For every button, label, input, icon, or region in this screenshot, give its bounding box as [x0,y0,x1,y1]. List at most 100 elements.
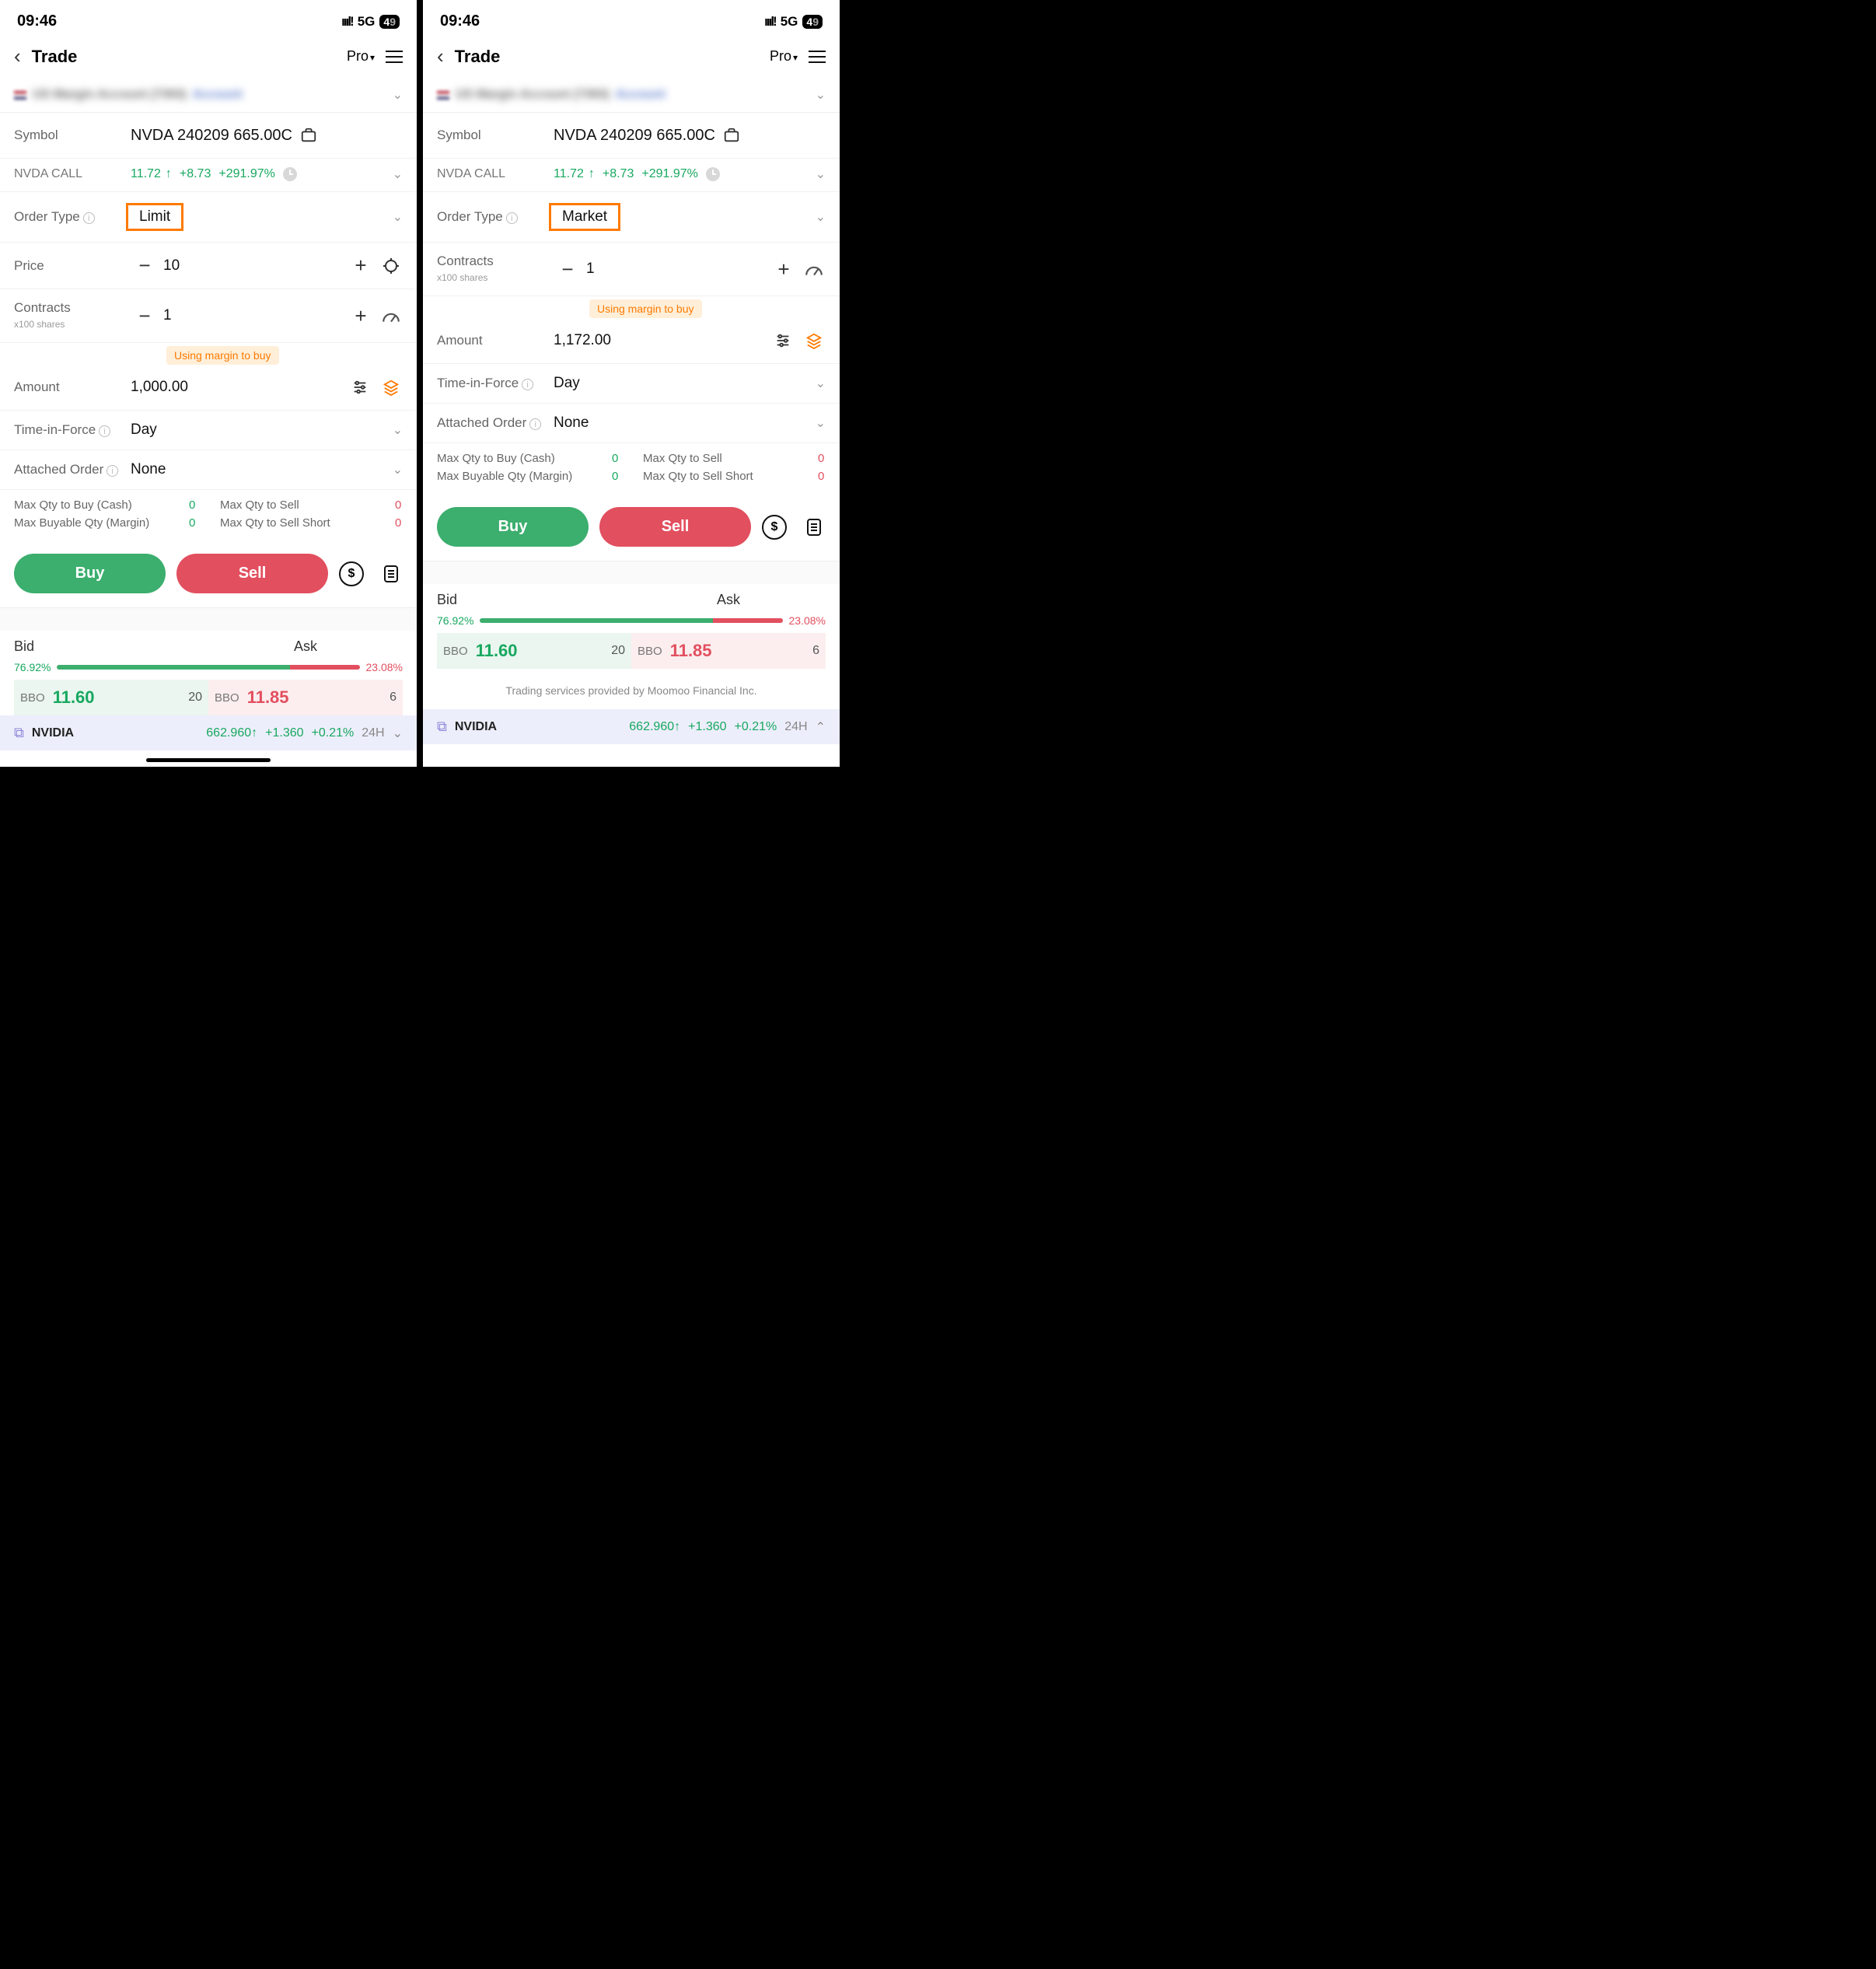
tif-value: Day [131,421,393,439]
order-type-row[interactable]: Order Typei Limit ⌄ [0,192,417,243]
order-type-label: Order Typei [14,209,131,225]
bid-label: Bid [437,592,631,608]
clipboard-icon[interactable] [379,562,403,586]
clipboard-icon[interactable] [802,516,826,539]
bbo-bid[interactable]: BBO 11.60 20 [437,633,631,669]
amount-row: Amount 1,000.00 [0,365,417,411]
max-buy-cash-value: 0 [604,452,620,465]
sliders-icon[interactable] [771,329,795,352]
amount-label: Amount [14,379,131,395]
chevron-down-icon: ⌄ [393,209,403,225]
attached-order-row[interactable]: Attached Orderi None ⌄ [423,404,840,443]
max-buy-cash-label: Max Qty to Buy (Cash) [14,498,132,512]
ask-price: 11.85 [670,641,812,661]
bid-price: 11.60 [53,687,189,708]
order-type-label: Order Typei [437,209,554,225]
tif-label: Time-in-Forcei [14,422,131,438]
ticker-timeframe: 24H [784,720,807,734]
info-icon[interactable]: i [99,425,110,437]
info-icon[interactable]: i [107,465,118,477]
max-sell-label: Max Qty to Sell [643,452,722,465]
plus-button[interactable]: + [770,257,798,282]
tif-row[interactable]: Time-in-Forcei Day ⌄ [423,364,840,404]
account-tag: Account [187,88,243,102]
bbo-row: BBO 11.60 20 BBO 11.85 6 [423,633,840,669]
back-icon[interactable]: ‹ [437,44,444,68]
account-selector[interactable]: US Margin Account (7393) Account ⌄ [423,78,840,113]
ticker-bar[interactable]: ⧉ NVIDIA 662.960↑ +1.360 +0.21% 24H ⌃ [423,709,840,744]
max-buy-margin-label: Max Buyable Qty (Margin) [437,470,572,483]
gauge-icon[interactable] [802,257,826,281]
order-type-row[interactable]: Order Typei Market ⌄ [423,192,840,243]
sliders-icon[interactable] [348,376,372,399]
info-icon[interactable]: i [529,418,541,430]
up-arrow-icon: ↑ [251,726,257,740]
ticker-bar[interactable]: ⧉ NVIDIA 662.960↑ +1.360 +0.21% 24H ⌄ [0,715,417,750]
tif-row[interactable]: Time-in-Forcei Day ⌄ [0,411,417,450]
plus-button[interactable]: + [347,304,375,328]
contracts-input[interactable]: 1 [582,261,770,278]
amount-label: Amount [437,333,554,348]
quote-row[interactable]: NVDA CALL 11.72 ↑ +8.73 +291.97% ⌄ [423,159,840,192]
buy-button[interactable]: Buy [437,507,589,547]
clock-time: 09:46 [440,12,480,30]
quote-row[interactable]: NVDA CALL 11.72 ↑ +8.73 +291.97% ⌄ [0,159,417,192]
plus-button[interactable]: + [347,254,375,278]
price-input[interactable]: 10 [159,257,347,275]
symbol-row[interactable]: Symbol NVDA 240209 665.00C [0,113,417,159]
briefcase-icon[interactable] [720,124,743,147]
minus-button[interactable]: − [554,257,582,282]
ask-price: 11.85 [247,687,390,708]
margin-note: Using margin to buy [166,346,279,365]
layers-icon[interactable] [802,329,826,352]
contracts-label: Contractsx100 shares [437,254,554,285]
chevron-down-icon: ⌄ [816,376,826,391]
target-icon[interactable] [379,254,403,278]
bid-pct: 76.92% [437,614,473,627]
layers-icon[interactable] [379,376,403,399]
link-icon: ⧉ [437,719,447,735]
ticker-name: NVIDIA [32,726,74,740]
chevron-down-icon: ⌄ [393,462,403,477]
max-buy-margin-label: Max Buyable Qty (Margin) [14,516,149,530]
info-icon[interactable]: i [83,212,95,224]
symbol-row[interactable]: Symbol NVDA 240209 665.00C [423,113,840,159]
attached-order-row[interactable]: Attached Orderi None ⌄ [0,450,417,490]
bid-label: Bid [14,638,208,655]
menu-icon[interactable] [809,51,826,63]
bbo-bid[interactable]: BBO 11.60 20 [14,680,208,715]
gauge-icon[interactable] [379,304,403,327]
back-icon[interactable]: ‹ [14,44,21,68]
max-sell-short-label: Max Qty to Sell Short [220,516,330,530]
mode-toggle[interactable]: Pro [347,48,375,65]
quote-name: NVDA CALL [14,167,131,181]
max-sell-value: 0 [810,452,826,465]
info-icon[interactable]: i [522,379,533,390]
bbo-ask[interactable]: BBO 11.85 6 [208,680,403,715]
attached-value: None [554,414,816,432]
chevron-down-icon[interactable]: ⌄ [393,726,403,741]
sell-button[interactable]: Sell [176,554,328,593]
bbo-ask[interactable]: BBO 11.85 6 [631,633,826,669]
contracts-row: Contractsx100 shares − 1 + [0,289,417,343]
footer-disclaimer: Trading services provided by Moomoo Fina… [423,669,840,709]
briefcase-icon[interactable] [297,124,320,147]
max-buy-cash-label: Max Qty to Buy (Cash) [437,452,555,465]
amount-value: 1,172.00 [554,332,763,349]
account-selector[interactable]: US Margin Account (7393) Account ⌄ [0,78,417,113]
nav-bar: ‹ Trade Pro [0,37,417,78]
info-icon[interactable]: i [506,212,518,224]
chevron-down-icon: ⌄ [393,166,403,182]
minus-button[interactable]: − [131,254,159,278]
contracts-input[interactable]: 1 [159,307,347,324]
buy-button[interactable]: Buy [14,554,166,593]
sell-button[interactable]: Sell [599,507,751,547]
menu-icon[interactable] [386,51,403,63]
chevron-up-icon[interactable]: ⌃ [816,719,826,735]
currency-icon[interactable]: $ [762,515,787,540]
up-arrow-icon: ↑ [674,720,680,733]
quote-change: +8.73 [180,167,211,181]
currency-icon[interactable]: $ [339,561,364,586]
mode-toggle[interactable]: Pro [770,48,798,65]
minus-button[interactable]: − [131,304,159,328]
